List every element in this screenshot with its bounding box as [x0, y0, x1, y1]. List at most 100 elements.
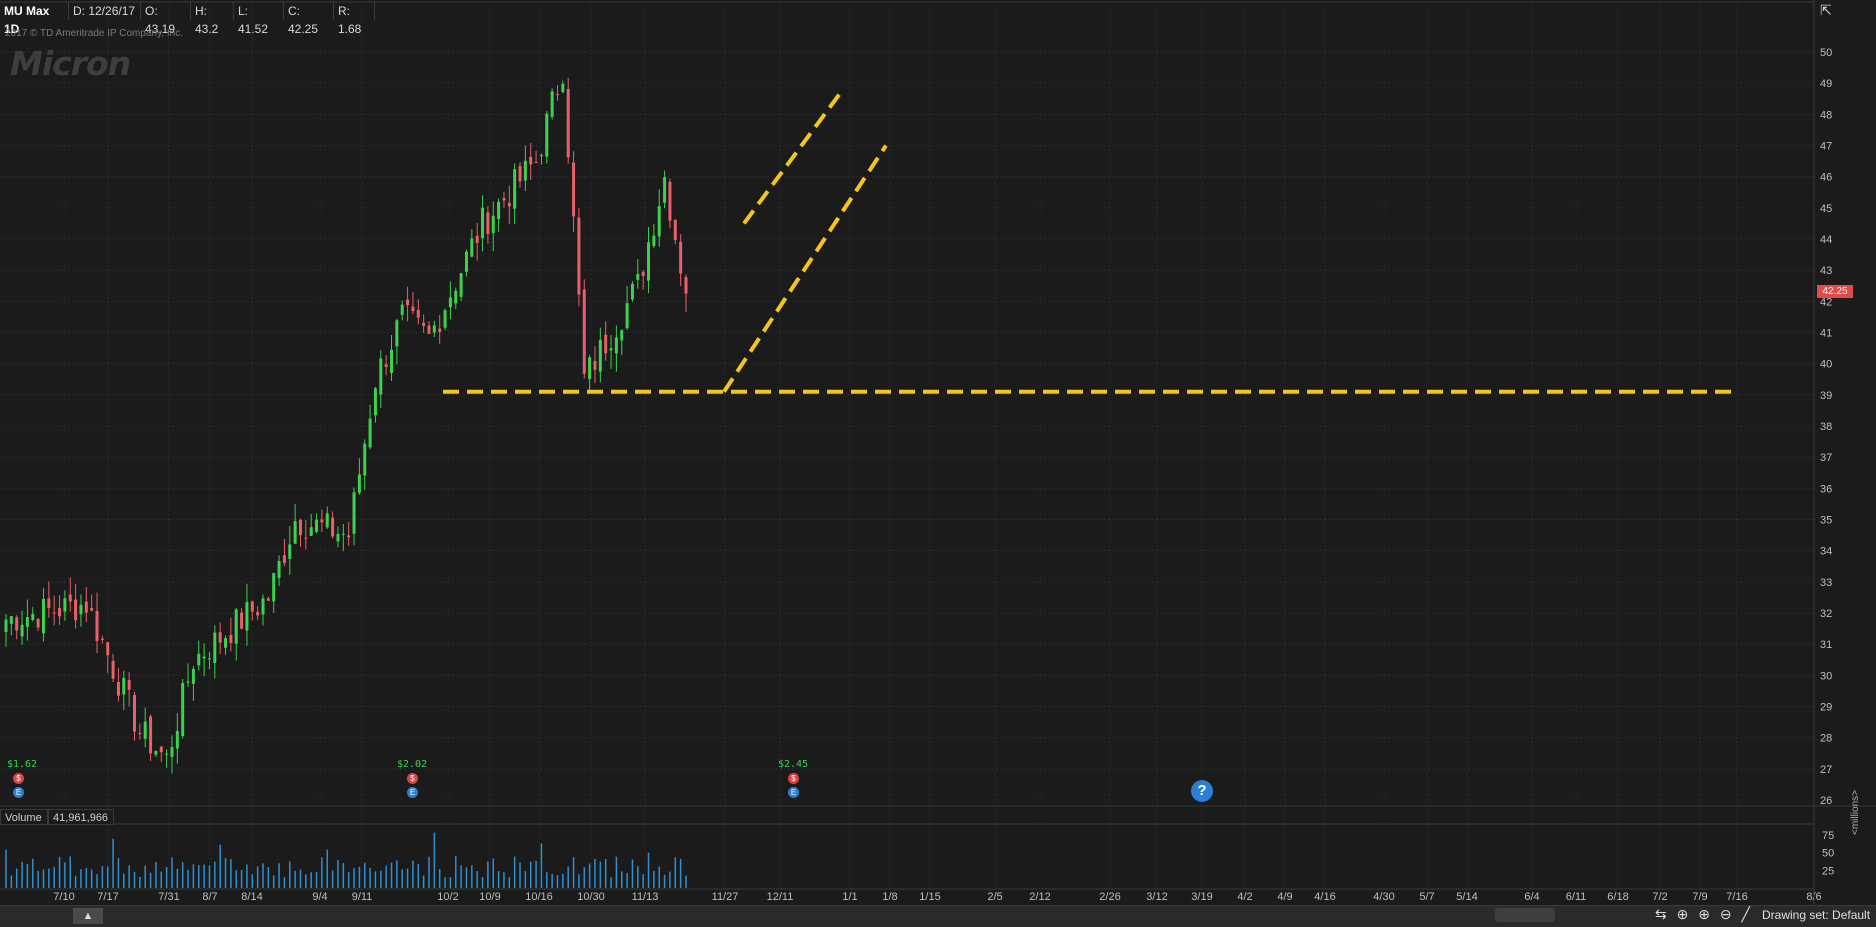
candle-body	[4, 619, 8, 633]
candle-body	[288, 544, 292, 559]
bottom-toolbar	[0, 905, 1876, 927]
chart-style-icon[interactable]: ⇱	[1820, 2, 1838, 20]
candle-body	[497, 201, 501, 220]
earnings-icon[interactable]: E	[13, 787, 24, 798]
candle-body	[636, 273, 640, 280]
symbol-label[interactable]: MU Max 1D	[0, 2, 68, 36]
candle-body	[36, 619, 40, 628]
date-tick-label: 4/30	[1373, 891, 1394, 903]
price-tick-label: 28	[1820, 733, 1832, 745]
dividend-label[interactable]: $1.62	[0, 759, 44, 770]
price-tick-label: 42	[1820, 296, 1832, 308]
candle-body	[197, 653, 201, 666]
candle-body	[572, 162, 576, 217]
candle-body	[309, 527, 313, 536]
candle-body	[261, 598, 265, 615]
date-tick-label: 9/4	[312, 891, 327, 903]
candle-body	[379, 358, 383, 395]
candle-body	[336, 534, 340, 542]
price-tick-label: 45	[1820, 203, 1832, 215]
date-tick-label: 11/13	[632, 891, 659, 903]
date-tick-label: 6/11	[1566, 891, 1587, 903]
candle-body	[149, 716, 153, 754]
candle-body	[213, 632, 217, 663]
close-readout: C: 42.25	[283, 2, 333, 36]
date-readout: D: 12/26/17	[68, 2, 140, 20]
candle-body	[58, 607, 62, 617]
candle-body	[68, 594, 72, 602]
candle-body	[539, 155, 543, 157]
candle-body	[207, 658, 211, 660]
price-tick-label: 36	[1820, 483, 1832, 495]
volume-tick-label: 75	[1822, 830, 1834, 842]
earnings-icon[interactable]: E	[788, 787, 799, 798]
micron-logo: Micron	[10, 44, 131, 83]
candle-body	[502, 198, 506, 201]
candle-body	[395, 320, 399, 347]
candle-body	[416, 310, 420, 318]
candle-body	[63, 598, 67, 612]
candle-body	[84, 601, 88, 613]
candle-body	[475, 235, 479, 243]
price-tick-label: 27	[1820, 764, 1832, 776]
date-tick-label: 7/2	[1652, 891, 1667, 903]
dividend-label[interactable]: $2.02	[390, 759, 434, 770]
drawing-set-label[interactable]: Drawing set: Default	[1762, 908, 1870, 922]
candle-body	[74, 599, 78, 621]
candle-body	[293, 521, 297, 544]
date-tick-label: 1/8	[882, 891, 897, 903]
candle-body	[256, 611, 260, 616]
candle-body	[400, 304, 404, 315]
last-price-badge: 42.25	[1817, 285, 1853, 298]
date-tick-label: 3/12	[1146, 891, 1167, 903]
candle-body	[15, 617, 19, 631]
date-tick-label: 1/15	[919, 891, 940, 903]
price-chart[interactable]: 26 27 28 29 30 31 32 33 34 35 36 37 38 39 40 41 42 43 44 45…	[0, 0, 1876, 926]
candle-body	[390, 349, 394, 373]
date-tick-label: 8/14	[241, 891, 262, 903]
candle-body	[647, 242, 651, 281]
price-tick-label: 39	[1820, 390, 1832, 402]
candle-body	[282, 555, 286, 564]
dividend-icon[interactable]: $	[407, 773, 418, 784]
candle-body	[79, 604, 83, 615]
scrollbar-thumb[interactable]	[1495, 908, 1555, 922]
dividend-icon[interactable]: $	[13, 773, 24, 784]
expand-panel-button[interactable]: ▲	[73, 908, 103, 924]
candle-body	[325, 513, 329, 528]
volume-unit-label: <millions>	[1850, 789, 1861, 835]
price-tick-label: 32	[1820, 608, 1832, 620]
candle-body	[652, 235, 656, 247]
candle-body	[513, 169, 517, 209]
date-tick-label: 4/9	[1277, 891, 1292, 903]
chart-tools[interactable]: ⇆ ⊕ ⊕ ⊖ ╱	[1655, 906, 1753, 923]
dividend-label[interactable]: $2.45	[771, 759, 815, 770]
date-tick-label: 2/26	[1099, 891, 1120, 903]
candle-body	[486, 212, 490, 235]
candle-body	[320, 519, 324, 523]
candle-body	[432, 325, 436, 333]
candle-body	[272, 572, 276, 602]
candle-body	[127, 679, 131, 690]
candle-body	[561, 83, 565, 93]
help-icon[interactable]: ?	[1191, 780, 1213, 802]
candle-body	[550, 91, 554, 117]
candle-body	[90, 607, 94, 611]
volume-value: 41,961,966	[48, 809, 114, 825]
candle-body	[593, 361, 597, 370]
date-tick-label: 7/10	[53, 891, 74, 903]
candle-body	[668, 181, 672, 221]
candle-body	[614, 337, 618, 354]
high-readout: H: 43.2	[190, 2, 233, 36]
candle-body	[534, 161, 538, 163]
volume-label: Volume	[0, 809, 48, 825]
date-tick-label: 3/19	[1191, 891, 1212, 903]
dividend-icon[interactable]: $	[788, 773, 799, 784]
candle-body	[481, 207, 485, 239]
candle-body	[406, 299, 410, 306]
price-tick-label: 46	[1820, 172, 1832, 184]
candle-body	[20, 624, 24, 637]
date-tick-label: 9/11	[352, 891, 373, 903]
price-tick-label: 37	[1820, 452, 1832, 464]
earnings-icon[interactable]: E	[407, 787, 418, 798]
